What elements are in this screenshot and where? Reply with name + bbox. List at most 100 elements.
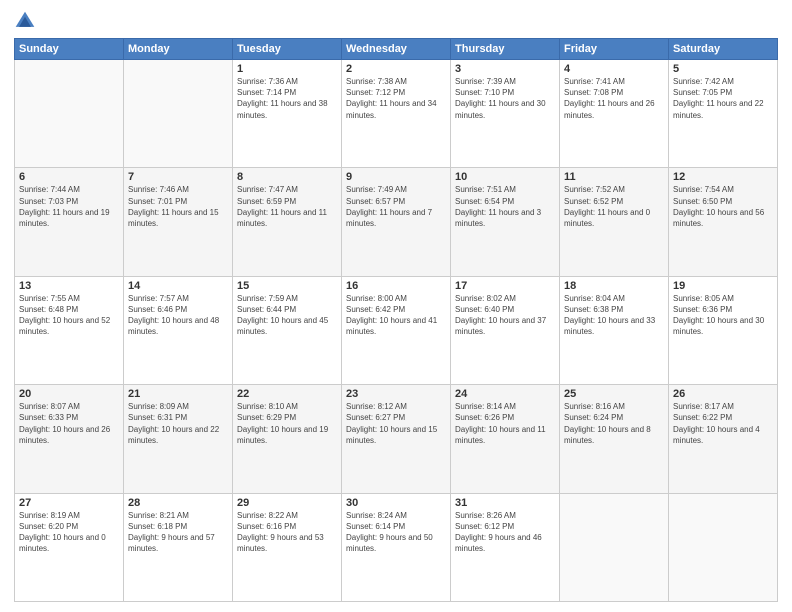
calendar-cell: 27Sunrise: 8:19 AM Sunset: 6:20 PM Dayli… — [15, 493, 124, 601]
day-info: Sunrise: 7:44 AM Sunset: 7:03 PM Dayligh… — [19, 184, 119, 229]
day-number: 25 — [564, 388, 664, 400]
day-info: Sunrise: 8:05 AM Sunset: 6:36 PM Dayligh… — [673, 293, 773, 338]
calendar-cell: 3Sunrise: 7:39 AM Sunset: 7:10 PM Daylig… — [451, 60, 560, 168]
day-number: 27 — [19, 497, 119, 509]
header — [14, 10, 778, 32]
calendar-cell: 22Sunrise: 8:10 AM Sunset: 6:29 PM Dayli… — [233, 385, 342, 493]
day-info: Sunrise: 7:55 AM Sunset: 6:48 PM Dayligh… — [19, 293, 119, 338]
day-number: 19 — [673, 280, 773, 292]
calendar-cell: 24Sunrise: 8:14 AM Sunset: 6:26 PM Dayli… — [451, 385, 560, 493]
day-number: 17 — [455, 280, 555, 292]
day-info: Sunrise: 7:39 AM Sunset: 7:10 PM Dayligh… — [455, 76, 555, 121]
day-info: Sunrise: 8:10 AM Sunset: 6:29 PM Dayligh… — [237, 401, 337, 446]
day-info: Sunrise: 7:46 AM Sunset: 7:01 PM Dayligh… — [128, 184, 228, 229]
calendar-cell: 17Sunrise: 8:02 AM Sunset: 6:40 PM Dayli… — [451, 276, 560, 384]
day-info: Sunrise: 8:12 AM Sunset: 6:27 PM Dayligh… — [346, 401, 446, 446]
day-info: Sunrise: 8:04 AM Sunset: 6:38 PM Dayligh… — [564, 293, 664, 338]
day-info: Sunrise: 7:42 AM Sunset: 7:05 PM Dayligh… — [673, 76, 773, 121]
day-info: Sunrise: 8:02 AM Sunset: 6:40 PM Dayligh… — [455, 293, 555, 338]
day-info: Sunrise: 7:52 AM Sunset: 6:52 PM Dayligh… — [564, 184, 664, 229]
weekday-header: Monday — [124, 39, 233, 60]
day-info: Sunrise: 7:36 AM Sunset: 7:14 PM Dayligh… — [237, 76, 337, 121]
day-info: Sunrise: 8:09 AM Sunset: 6:31 PM Dayligh… — [128, 401, 228, 446]
day-number: 1 — [237, 63, 337, 75]
calendar-week-row: 13Sunrise: 7:55 AM Sunset: 6:48 PM Dayli… — [15, 276, 778, 384]
calendar-cell: 30Sunrise: 8:24 AM Sunset: 6:14 PM Dayli… — [342, 493, 451, 601]
day-number: 2 — [346, 63, 446, 75]
calendar-cell: 20Sunrise: 8:07 AM Sunset: 6:33 PM Dayli… — [15, 385, 124, 493]
day-info: Sunrise: 7:41 AM Sunset: 7:08 PM Dayligh… — [564, 76, 664, 121]
day-number: 30 — [346, 497, 446, 509]
day-info: Sunrise: 7:57 AM Sunset: 6:46 PM Dayligh… — [128, 293, 228, 338]
calendar-cell: 29Sunrise: 8:22 AM Sunset: 6:16 PM Dayli… — [233, 493, 342, 601]
day-number: 9 — [346, 171, 446, 183]
calendar-week-row: 1Sunrise: 7:36 AM Sunset: 7:14 PM Daylig… — [15, 60, 778, 168]
calendar-cell: 26Sunrise: 8:17 AM Sunset: 6:22 PM Dayli… — [669, 385, 778, 493]
day-info: Sunrise: 7:38 AM Sunset: 7:12 PM Dayligh… — [346, 76, 446, 121]
calendar-cell: 18Sunrise: 8:04 AM Sunset: 6:38 PM Dayli… — [560, 276, 669, 384]
calendar-cell: 23Sunrise: 8:12 AM Sunset: 6:27 PM Dayli… — [342, 385, 451, 493]
day-number: 5 — [673, 63, 773, 75]
weekday-header: Wednesday — [342, 39, 451, 60]
calendar-cell: 7Sunrise: 7:46 AM Sunset: 7:01 PM Daylig… — [124, 168, 233, 276]
day-number: 20 — [19, 388, 119, 400]
day-number: 6 — [19, 171, 119, 183]
calendar-cell: 13Sunrise: 7:55 AM Sunset: 6:48 PM Dayli… — [15, 276, 124, 384]
calendar-cell: 31Sunrise: 8:26 AM Sunset: 6:12 PM Dayli… — [451, 493, 560, 601]
calendar-cell: 12Sunrise: 7:54 AM Sunset: 6:50 PM Dayli… — [669, 168, 778, 276]
weekday-header: Friday — [560, 39, 669, 60]
day-number: 15 — [237, 280, 337, 292]
calendar-cell: 2Sunrise: 7:38 AM Sunset: 7:12 PM Daylig… — [342, 60, 451, 168]
calendar-cell: 14Sunrise: 7:57 AM Sunset: 6:46 PM Dayli… — [124, 276, 233, 384]
day-number: 10 — [455, 171, 555, 183]
day-info: Sunrise: 8:07 AM Sunset: 6:33 PM Dayligh… — [19, 401, 119, 446]
page: SundayMondayTuesdayWednesdayThursdayFrid… — [0, 0, 792, 612]
day-number: 23 — [346, 388, 446, 400]
calendar-cell: 5Sunrise: 7:42 AM Sunset: 7:05 PM Daylig… — [669, 60, 778, 168]
day-info: Sunrise: 7:54 AM Sunset: 6:50 PM Dayligh… — [673, 184, 773, 229]
calendar-cell: 28Sunrise: 8:21 AM Sunset: 6:18 PM Dayli… — [124, 493, 233, 601]
day-number: 26 — [673, 388, 773, 400]
day-number: 4 — [564, 63, 664, 75]
day-info: Sunrise: 8:24 AM Sunset: 6:14 PM Dayligh… — [346, 510, 446, 555]
calendar-cell: 8Sunrise: 7:47 AM Sunset: 6:59 PM Daylig… — [233, 168, 342, 276]
calendar-cell — [124, 60, 233, 168]
day-info: Sunrise: 7:51 AM Sunset: 6:54 PM Dayligh… — [455, 184, 555, 229]
day-number: 18 — [564, 280, 664, 292]
weekday-header: Sunday — [15, 39, 124, 60]
calendar-week-row: 27Sunrise: 8:19 AM Sunset: 6:20 PM Dayli… — [15, 493, 778, 601]
calendar-cell: 11Sunrise: 7:52 AM Sunset: 6:52 PM Dayli… — [560, 168, 669, 276]
calendar-cell: 9Sunrise: 7:49 AM Sunset: 6:57 PM Daylig… — [342, 168, 451, 276]
day-info: Sunrise: 7:47 AM Sunset: 6:59 PM Dayligh… — [237, 184, 337, 229]
calendar-cell: 4Sunrise: 7:41 AM Sunset: 7:08 PM Daylig… — [560, 60, 669, 168]
day-info: Sunrise: 8:14 AM Sunset: 6:26 PM Dayligh… — [455, 401, 555, 446]
calendar-cell: 6Sunrise: 7:44 AM Sunset: 7:03 PM Daylig… — [15, 168, 124, 276]
calendar-cell: 1Sunrise: 7:36 AM Sunset: 7:14 PM Daylig… — [233, 60, 342, 168]
day-info: Sunrise: 8:21 AM Sunset: 6:18 PM Dayligh… — [128, 510, 228, 555]
calendar-cell: 19Sunrise: 8:05 AM Sunset: 6:36 PM Dayli… — [669, 276, 778, 384]
calendar-cell: 21Sunrise: 8:09 AM Sunset: 6:31 PM Dayli… — [124, 385, 233, 493]
calendar-header-row: SundayMondayTuesdayWednesdayThursdayFrid… — [15, 39, 778, 60]
day-number: 13 — [19, 280, 119, 292]
day-number: 24 — [455, 388, 555, 400]
day-info: Sunrise: 8:22 AM Sunset: 6:16 PM Dayligh… — [237, 510, 337, 555]
day-number: 12 — [673, 171, 773, 183]
day-number: 3 — [455, 63, 555, 75]
day-number: 8 — [237, 171, 337, 183]
day-number: 22 — [237, 388, 337, 400]
day-info: Sunrise: 8:16 AM Sunset: 6:24 PM Dayligh… — [564, 401, 664, 446]
day-number: 14 — [128, 280, 228, 292]
day-number: 29 — [237, 497, 337, 509]
day-info: Sunrise: 8:17 AM Sunset: 6:22 PM Dayligh… — [673, 401, 773, 446]
day-info: Sunrise: 8:00 AM Sunset: 6:42 PM Dayligh… — [346, 293, 446, 338]
calendar-table: SundayMondayTuesdayWednesdayThursdayFrid… — [14, 38, 778, 602]
day-info: Sunrise: 8:19 AM Sunset: 6:20 PM Dayligh… — [19, 510, 119, 555]
day-info: Sunrise: 7:49 AM Sunset: 6:57 PM Dayligh… — [346, 184, 446, 229]
day-number: 7 — [128, 171, 228, 183]
calendar-cell: 25Sunrise: 8:16 AM Sunset: 6:24 PM Dayli… — [560, 385, 669, 493]
day-number: 31 — [455, 497, 555, 509]
calendar-cell: 10Sunrise: 7:51 AM Sunset: 6:54 PM Dayli… — [451, 168, 560, 276]
day-number: 21 — [128, 388, 228, 400]
day-info: Sunrise: 7:59 AM Sunset: 6:44 PM Dayligh… — [237, 293, 337, 338]
calendar-cell — [15, 60, 124, 168]
